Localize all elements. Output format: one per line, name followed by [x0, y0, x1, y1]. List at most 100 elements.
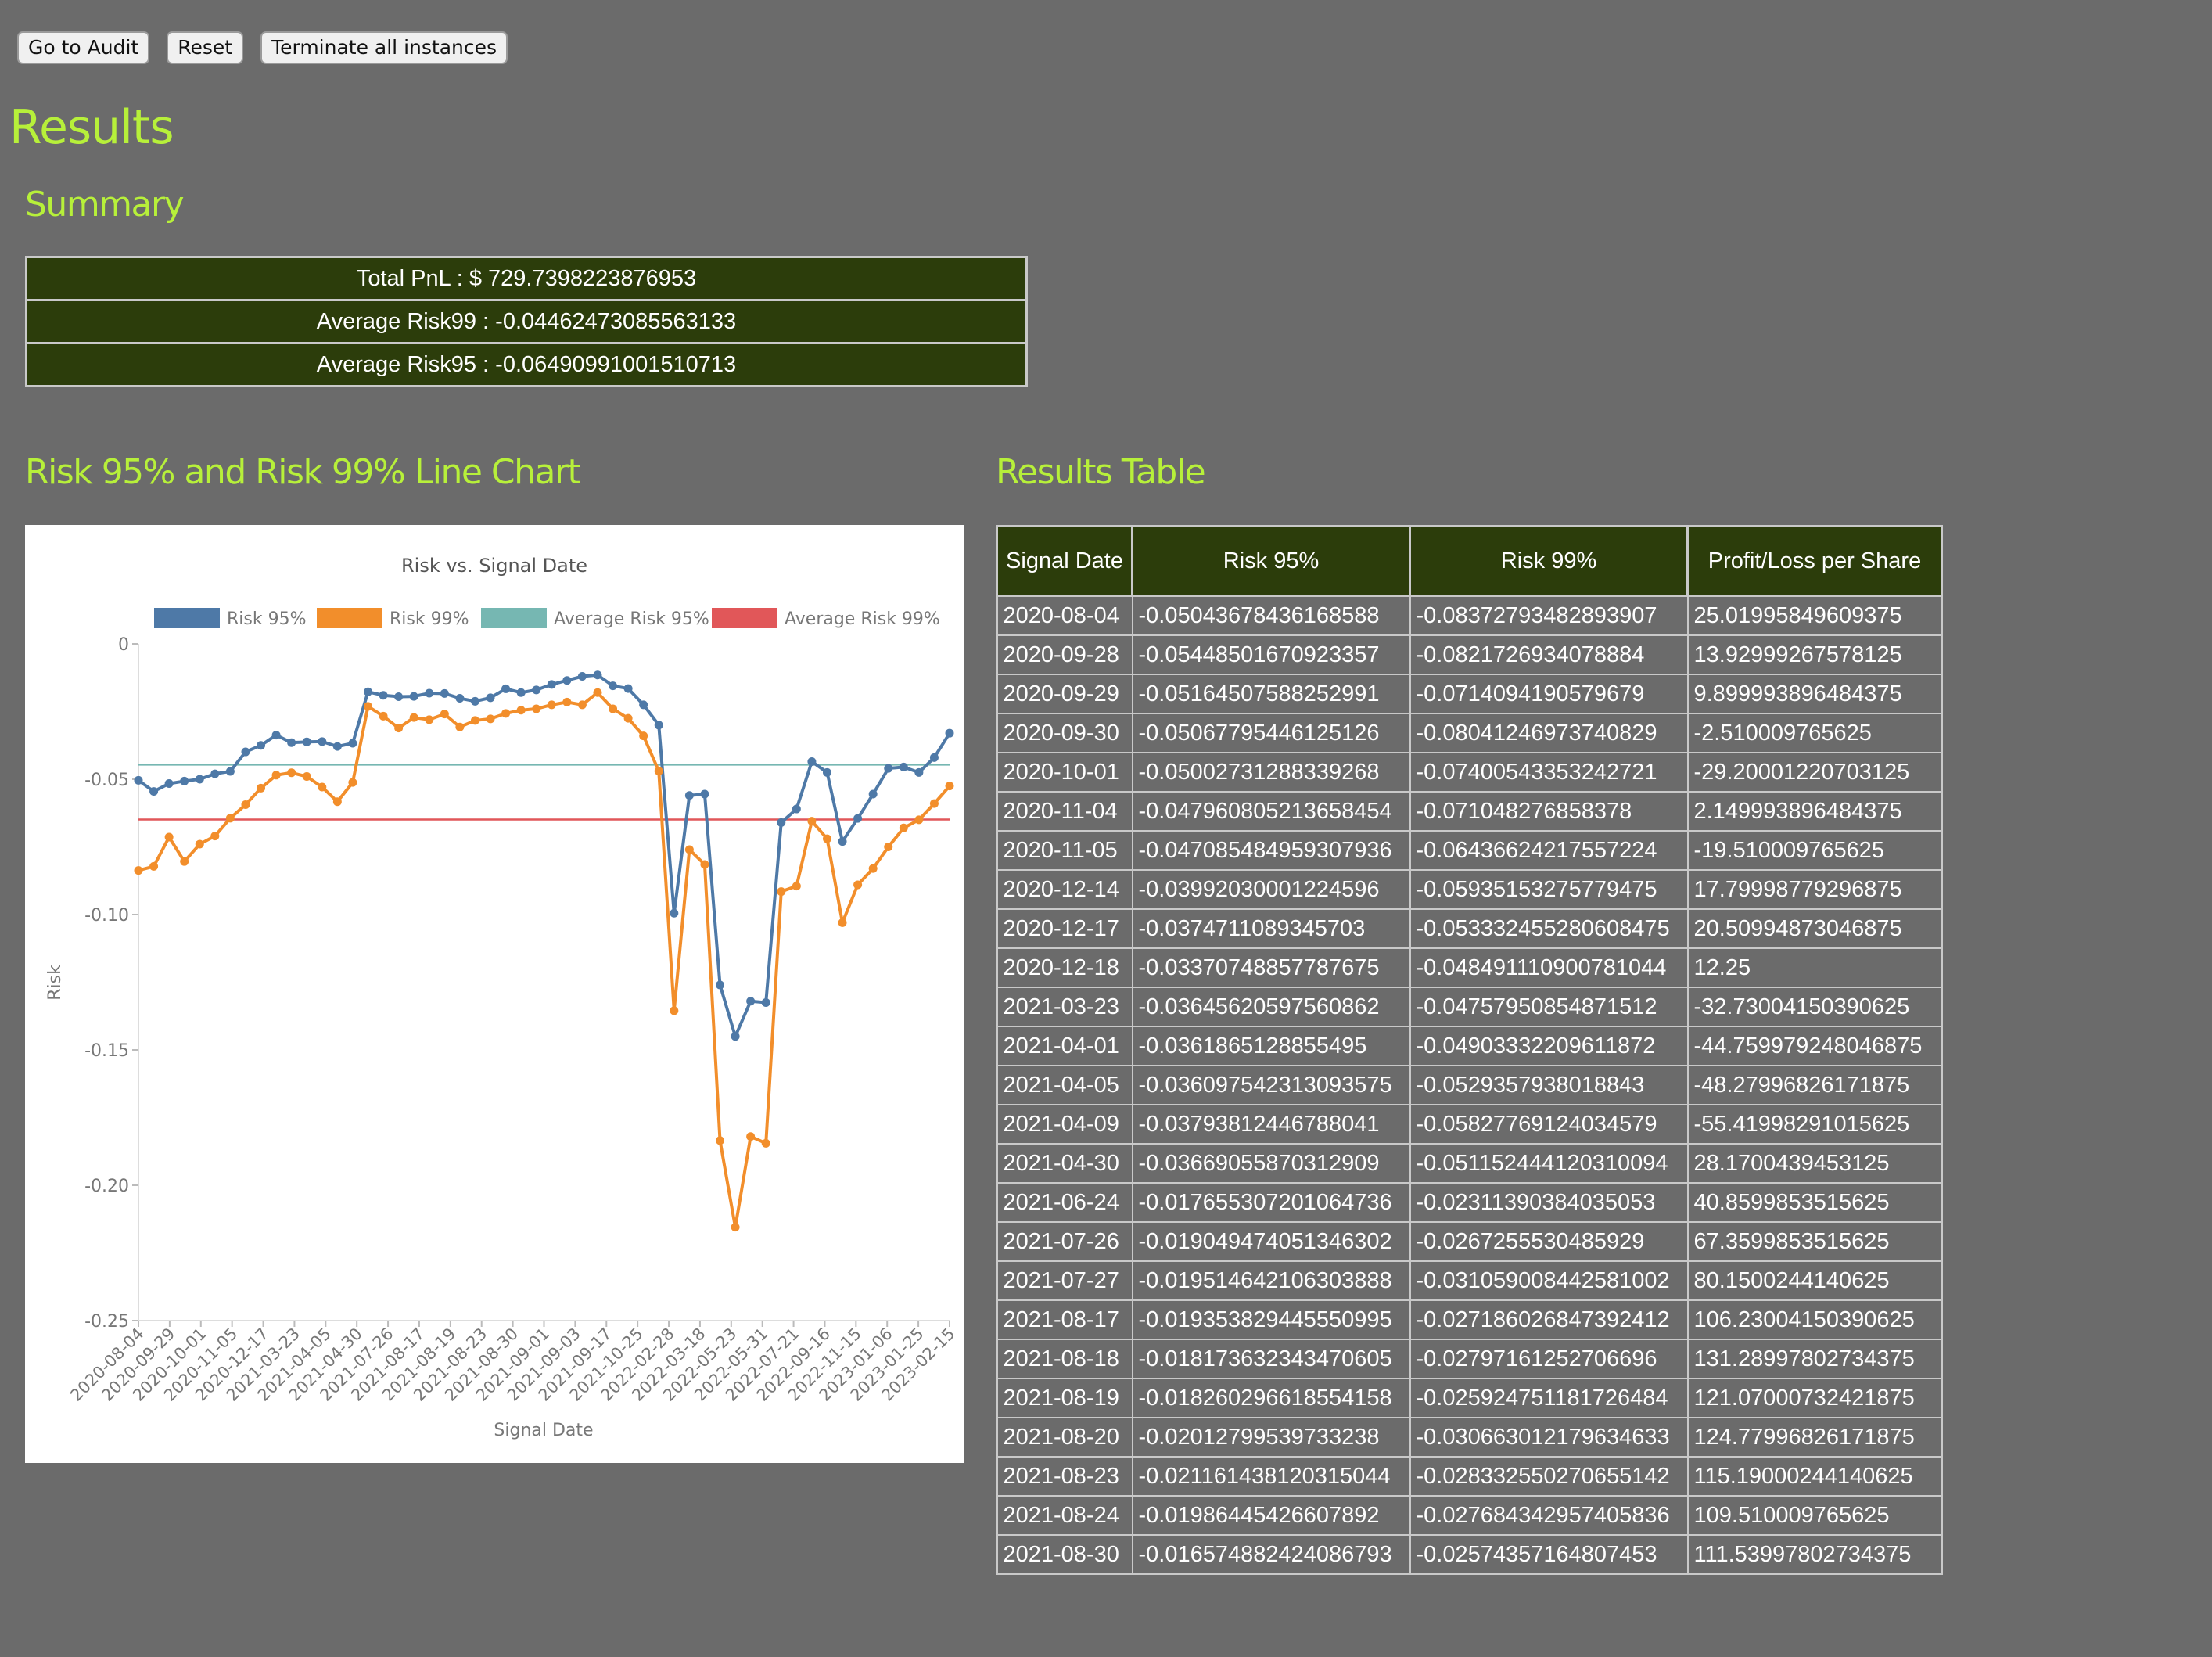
data-point [394, 692, 404, 701]
average-risk95: Average Risk95 : -0.06490991001510713 [25, 342, 1028, 387]
y-tick-label: 0 [118, 635, 129, 655]
cell-profit-loss: 115.19000244140625 [1686, 1456, 1943, 1497]
cell-signal-date: 2021-08-23 [996, 1456, 1133, 1497]
data-point [914, 815, 924, 825]
cell-signal-date: 2021-08-18 [996, 1339, 1133, 1379]
summary-heading: Summary [25, 185, 185, 225]
data-point [838, 918, 847, 927]
cell-risk-95: -0.05164507588252991 [1131, 674, 1411, 714]
cell-signal-date: 2020-11-05 [996, 830, 1133, 871]
cell-risk-99: -0.031059008442581002 [1409, 1260, 1689, 1301]
data-point [899, 762, 908, 771]
cell-risk-95: -0.018173632343470605 [1131, 1339, 1411, 1379]
data-point [210, 769, 220, 778]
data-point [241, 800, 250, 810]
data-point [470, 696, 479, 706]
data-point [746, 1132, 756, 1141]
cell-risk-95: -0.047960805213658454 [1131, 791, 1411, 832]
cell-signal-date: 2020-10-01 [996, 752, 1133, 793]
data-point [225, 814, 235, 823]
data-point [257, 783, 266, 793]
data-point [899, 823, 908, 832]
table-row: 2021-07-27 -0.019514642106303888 -0.031059… [996, 1260, 1943, 1301]
table-row: 2020-12-18 -0.03370748857787675 -0.0484911… [996, 947, 1943, 988]
table-row: 2020-09-29 -0.05164507588252991 -0.0714094… [996, 674, 1943, 714]
table-row: 2021-08-30 -0.016574882424086793 -0.025743… [996, 1534, 1943, 1575]
data-point [654, 721, 663, 730]
table-row: 2021-08-18 -0.018173632343470605 -0.027971… [996, 1339, 1943, 1379]
data-point [379, 691, 388, 700]
header-signal-date: Signal Date [996, 525, 1133, 597]
data-point [761, 997, 770, 1007]
cell-risk-95: -0.05043678436168588 [1131, 595, 1411, 636]
data-point [577, 672, 587, 681]
cell-profit-loss: -44.759979248046875 [1686, 1026, 1943, 1066]
cell-signal-date: 2020-12-14 [996, 869, 1133, 910]
data-point [379, 711, 388, 721]
data-point [486, 693, 495, 703]
data-point [440, 710, 449, 719]
cell-profit-loss: 111.53997802734375 [1686, 1534, 1943, 1575]
cell-signal-date: 2021-04-30 [996, 1143, 1133, 1184]
results-table-heading: Results Table [996, 452, 1206, 492]
terminate-all-instances-button[interactable]: Terminate all instances [260, 31, 508, 64]
data-point [332, 742, 342, 751]
data-point [623, 713, 633, 723]
table-row: 2021-08-23 -0.021161438120315044 -0.028332… [996, 1456, 1943, 1497]
data-point [746, 997, 756, 1006]
data-point [225, 767, 235, 776]
data-point [164, 832, 174, 842]
data-point [945, 728, 954, 738]
data-point [486, 714, 495, 724]
data-point [547, 680, 556, 689]
data-point [670, 908, 679, 918]
data-point [929, 753, 939, 762]
cell-profit-loss: 20.50994873046875 [1686, 908, 1943, 949]
reset-button[interactable]: Reset [167, 31, 244, 64]
data-point [210, 832, 220, 841]
cell-signal-date: 2021-08-30 [996, 1534, 1133, 1575]
y-tick-label: -0.05 [84, 771, 129, 790]
data-point [180, 857, 189, 866]
cell-profit-loss: 9.899993896484375 [1686, 674, 1943, 714]
legend-label-1: Risk 99% [390, 609, 469, 629]
cell-profit-loss: 2.149993896484375 [1686, 791, 1943, 832]
cell-signal-date: 2021-04-09 [996, 1104, 1133, 1145]
table-header-row: Signal Date Risk 95% Risk 99% Profit/Los… [996, 525, 1943, 597]
cell-risk-95: -0.021161438120315044 [1131, 1456, 1411, 1497]
cell-signal-date: 2021-04-05 [996, 1065, 1133, 1105]
data-point [516, 688, 526, 697]
legend-label-0: Risk 95% [227, 609, 307, 629]
header-profit-loss: Profit/Loss per Share [1686, 525, 1943, 597]
data-point [195, 839, 204, 849]
cell-risk-95: -0.05067795446125126 [1131, 713, 1411, 753]
cell-risk-95: -0.018260296618554158 [1131, 1378, 1411, 1418]
cell-risk-99: -0.06436624217557224 [1409, 830, 1689, 871]
cell-risk-95: -0.03370748857787675 [1131, 947, 1411, 988]
cell-risk-99: -0.048491110900781044 [1409, 947, 1689, 988]
data-point [363, 702, 372, 711]
cell-risk-95: -0.03669055870312909 [1131, 1143, 1411, 1184]
data-point [792, 804, 801, 814]
table-row: 2020-11-05 -0.047085484959307936 -0.064366… [996, 830, 1943, 871]
cell-profit-loss: 25.01995849609375 [1686, 595, 1943, 636]
cell-risk-99: -0.0267255530485929 [1409, 1221, 1689, 1262]
data-point [302, 737, 311, 746]
cell-risk-99: -0.07400543353242721 [1409, 752, 1689, 793]
cell-risk-95: -0.03645620597560862 [1131, 987, 1411, 1027]
data-point [562, 676, 572, 685]
table-row: 2021-08-24 -0.01986445426607892 -0.0276843… [996, 1495, 1943, 1536]
data-point [409, 713, 418, 722]
cell-risk-99: -0.027186026847392412 [1409, 1299, 1689, 1340]
data-point [257, 741, 266, 750]
total-pnl: Total PnL : $ 729.7398223876953 [25, 256, 1028, 301]
cell-profit-loss: 28.1700439453125 [1686, 1143, 1943, 1184]
results-table: Signal Date Risk 95% Risk 99% Profit/Los… [996, 525, 1943, 1575]
table-row: 2021-07-26 -0.019049474051346302 -0.026725… [996, 1221, 1943, 1262]
data-point [593, 688, 602, 697]
data-point [195, 775, 204, 784]
cell-risk-99: -0.027684342957405836 [1409, 1495, 1689, 1536]
data-point [562, 697, 572, 706]
go-to-audit-button[interactable]: Go to Audit [17, 31, 150, 64]
y-tick-label: -0.10 [84, 906, 129, 926]
